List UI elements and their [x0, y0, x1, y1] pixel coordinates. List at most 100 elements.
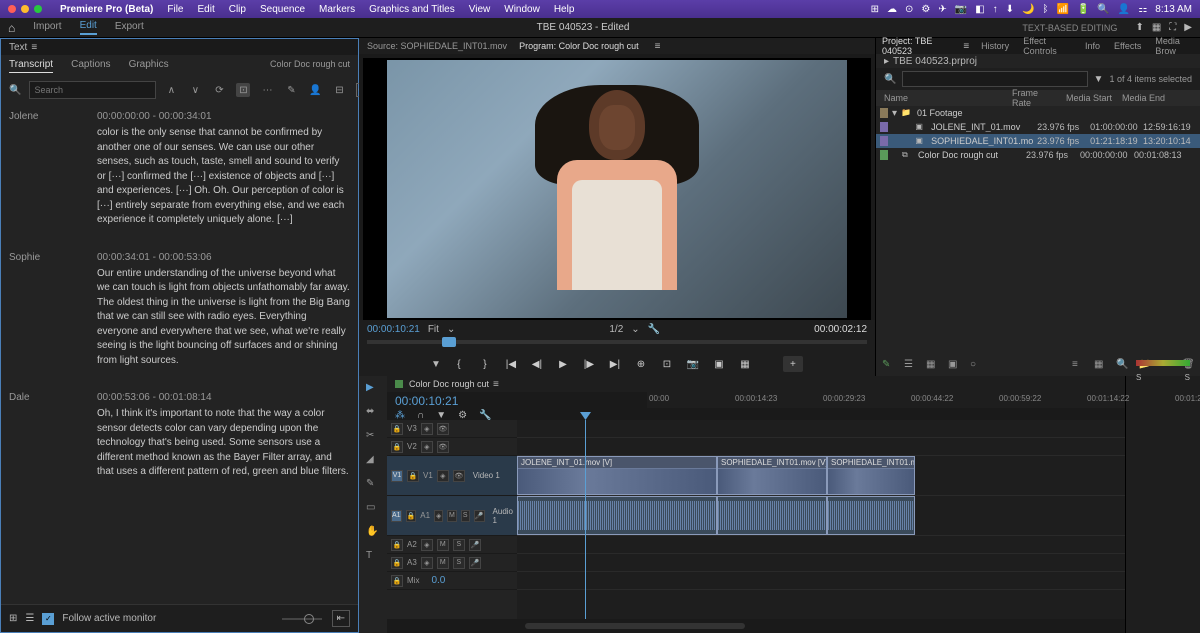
col-mediastart[interactable]: Media Start: [1062, 93, 1118, 103]
list-icon[interactable]: ☰: [25, 613, 34, 624]
project-row[interactable]: ▾📁 01 Footage: [876, 106, 1200, 120]
transcript-block[interactable]: Dale 00:00:53:06 - 00:01:08:14 Oh, I thi…: [9, 392, 350, 480]
project-row[interactable]: ⧉ Color Doc rough cut 23.976 fps 00:00:0…: [876, 148, 1200, 162]
track-header-mix[interactable]: 🔒Mix 0.0: [387, 572, 517, 590]
pen-tool-icon[interactable]: ▭: [366, 502, 380, 516]
timeline-sequence-name[interactable]: Color Doc rough cut: [409, 379, 489, 389]
slip-tool-icon[interactable]: ✎: [366, 478, 380, 492]
button-editor-icon[interactable]: +: [783, 356, 803, 372]
workspace-name[interactable]: TEXT-BASED EDITING: [1022, 23, 1117, 33]
nav-down-icon[interactable]: ∨: [188, 83, 202, 97]
col-name[interactable]: Name: [880, 93, 1008, 103]
play-icon[interactable]: ▶: [555, 356, 571, 372]
overwrite-icon[interactable]: ⊡: [659, 356, 675, 372]
pen-icon[interactable]: ✎: [882, 359, 894, 371]
menubar-icon[interactable]: ⊙: [905, 4, 913, 15]
zoom-slider-icon[interactable]: ○: [970, 359, 982, 371]
wifi-icon[interactable]: 📶: [1057, 4, 1069, 15]
home-icon[interactable]: ⌂: [8, 21, 15, 35]
step-back-icon[interactable]: ◀|: [529, 356, 545, 372]
sort-icon[interactable]: ≡: [1072, 359, 1084, 371]
menu-markers[interactable]: Markers: [315, 4, 359, 15]
menubar-icon[interactable]: ✈: [938, 4, 946, 15]
follow-monitor-checkbox[interactable]: ✓: [42, 613, 54, 625]
panel-menu-icon[interactable]: ≡: [493, 379, 499, 390]
tab-captions[interactable]: Captions: [71, 59, 110, 73]
transcript-text[interactable]: color is the only sense that cannot be c…: [97, 126, 350, 228]
chevron-down-icon[interactable]: ⌄: [447, 324, 455, 335]
transcript-block[interactable]: Jolene 00:00:00:00 - 00:00:34:01 color i…: [9, 111, 350, 228]
tab-transcript[interactable]: Transcript: [9, 59, 53, 73]
tab-export[interactable]: Export: [115, 21, 144, 34]
type-tool-icon[interactable]: T: [366, 550, 380, 564]
go-out-icon[interactable]: ▶|: [607, 356, 623, 372]
menubar-icon[interactable]: ⊞: [871, 4, 879, 15]
speaker-icon[interactable]: 👤: [308, 83, 322, 97]
ripple-tool-icon[interactable]: ✂: [366, 430, 380, 444]
scale-dropdown[interactable]: 1/2: [609, 324, 623, 335]
timeline-content[interactable]: JOLENE_INT_01.mov [V] SOPHIEDALE_INT01.m…: [517, 420, 1125, 619]
audio-clip[interactable]: [517, 496, 717, 535]
selection-tool-icon[interactable]: ▶: [366, 382, 380, 396]
automate-icon[interactable]: ▦: [1094, 359, 1106, 371]
menubar-icon[interactable]: ⚙: [921, 4, 930, 15]
settings-icon[interactable]: ▦: [737, 356, 753, 372]
col-framerate[interactable]: Frame Rate: [1008, 88, 1062, 108]
mark-in-icon[interactable]: {: [451, 356, 467, 372]
share-icon[interactable]: ⬆: [1135, 22, 1143, 33]
menu-help[interactable]: Help: [550, 4, 579, 15]
project-tab-mediabrowser[interactable]: Media Brow: [1153, 36, 1196, 56]
menubar-icon[interactable]: ↑: [993, 4, 998, 15]
tab-edit[interactable]: Edit: [80, 20, 97, 35]
timeline-timecode[interactable]: 00:00:10:21: [395, 394, 509, 408]
video-clip[interactable]: SOPHIEDALE_INT01.mov [V]: [717, 456, 827, 495]
menu-view[interactable]: View: [465, 4, 495, 15]
audio-clip[interactable]: [717, 496, 827, 535]
more-icon[interactable]: ⋯: [260, 83, 274, 97]
track-select-tool-icon[interactable]: ⬌: [366, 406, 380, 420]
video-frame[interactable]: [363, 58, 871, 320]
filter-icon[interactable]: ▼: [1094, 74, 1104, 85]
edit-icon[interactable]: ✎: [284, 83, 298, 97]
menu-sequence[interactable]: Sequence: [256, 4, 309, 15]
menu-window[interactable]: Window: [500, 4, 544, 15]
autoscroll-icon[interactable]: ⇤: [332, 610, 350, 627]
workspace-icon[interactable]: ▦: [1152, 22, 1161, 33]
track-header-a1[interactable]: A1🔒A1 ◈MS🎤 Audio 1: [387, 496, 517, 536]
replace-icon[interactable]: ⟳: [212, 83, 226, 97]
project-row[interactable]: ▣ SOPHIEDALE_INT01.mo 23.976 fps 01:21:1…: [876, 134, 1200, 148]
insert-icon[interactable]: ⊕: [633, 356, 649, 372]
text-panel-label[interactable]: Text: [9, 42, 27, 53]
bluetooth-icon[interactable]: ᛒ: [1043, 4, 1049, 15]
project-column-headers[interactable]: Name Frame Rate Media Start Media End: [876, 90, 1200, 106]
comparison-icon[interactable]: ▣: [711, 356, 727, 372]
menubar-icon[interactable]: ◧: [975, 4, 984, 15]
menubar-icon[interactable]: ⬇: [1006, 4, 1014, 15]
transcript-text[interactable]: Oh, I think it's important to note that …: [97, 407, 350, 480]
window-controls[interactable]: [8, 5, 42, 13]
program-timecode-out[interactable]: 00:00:02:12: [814, 324, 867, 335]
chevron-down-icon[interactable]: ⌄: [631, 324, 639, 335]
search-input[interactable]: [29, 81, 156, 99]
project-search-input[interactable]: [902, 71, 1087, 87]
track-header-v2[interactable]: 🔒V2 ◈👁: [387, 438, 517, 456]
merge-icon[interactable]: ⊟: [332, 83, 346, 97]
menu-edit[interactable]: Edit: [194, 4, 219, 15]
step-fwd-icon[interactable]: |▶: [581, 356, 597, 372]
maximize-icon[interactable]: ⛶: [1169, 22, 1176, 33]
list-view-icon[interactable]: ☰: [904, 359, 916, 371]
transcript-text[interactable]: Our entire understanding of the universe…: [97, 267, 350, 369]
col-mediaend[interactable]: Media End: [1118, 93, 1174, 103]
track-header-v1[interactable]: V1🔒V1 ◈👁 Video 1: [387, 456, 517, 496]
export-frame-icon[interactable]: 📷: [685, 356, 701, 372]
menu-clip[interactable]: Clip: [225, 4, 250, 15]
battery-icon[interactable]: 🔋: [1077, 4, 1089, 15]
user-icon[interactable]: 👤: [1118, 4, 1130, 15]
hand-tool-icon[interactable]: ✋: [366, 526, 380, 540]
program-timecode-in[interactable]: 00:00:10:21: [367, 324, 420, 335]
project-tab-project[interactable]: Project: TBE 040523: [880, 36, 951, 56]
transcript-body[interactable]: Jolene 00:00:00:00 - 00:00:34:01 color i…: [1, 103, 358, 604]
mark-out-icon[interactable]: }: [477, 356, 493, 372]
freeform-view-icon[interactable]: ▣: [948, 359, 960, 371]
panel-menu-icon[interactable]: ≡: [963, 41, 969, 52]
